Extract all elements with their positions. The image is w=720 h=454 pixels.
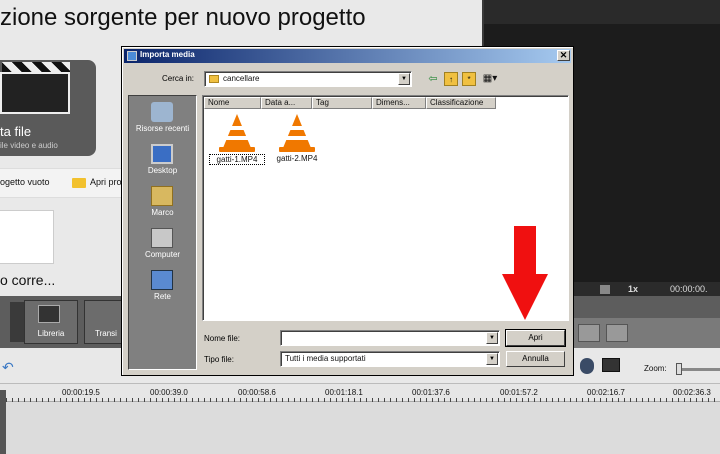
place-network[interactable]: Rete [129,266,196,308]
network-icon [151,270,173,290]
folder-icon [209,75,219,83]
ruler-time-3: 00:00:58.6 [238,388,276,397]
playback-time: 00:00:00. [670,284,708,294]
webcam-icon[interactable] [580,358,594,374]
column-header-rating[interactable]: Classificazione [426,97,496,109]
zoom-slider[interactable] [676,368,720,371]
playback-speed: 1x [628,284,639,294]
filename-label: Nome file: [204,334,241,343]
look-in-label: Cerca in: [162,74,195,83]
scrub-handle[interactable] [600,285,610,294]
file-item[interactable]: gatti-2.MP4 [269,110,325,166]
column-header-size[interactable]: Dimens... [372,97,426,109]
new-folder-icon[interactable]: * [462,72,476,86]
screen: zione sorgente per nuovo progetto ta fil… [0,0,720,454]
column-header-tag[interactable]: Tag [312,97,372,109]
file-item[interactable]: gatti-1.MP4 [209,110,265,166]
timeline-track[interactable] [0,402,720,454]
cone-base [279,147,315,152]
filename-input[interactable]: ▼ [280,330,500,346]
place-user[interactable]: Marco [129,182,196,224]
place-recent[interactable]: Risorse recenti [129,98,196,140]
desktop-icon [151,144,173,164]
recent-project-thumbnail[interactable] [0,210,54,264]
preview-header [484,0,720,24]
ruler-time-4: 00:01:18.1 [325,388,363,397]
ruler-time-8: 00:02:36.3 [673,388,711,397]
places-bar: Risorse recenti Desktop Marco Computer R… [128,95,197,370]
place-desktop[interactable]: Desktop [129,140,196,182]
dialog-title-bar[interactable]: Importa media ✕ [124,49,571,63]
open-project-link[interactable]: Apri pro [90,177,122,187]
library-icon [38,305,60,323]
place-label: Risorse recenti [135,124,190,133]
vlc-cone-icon [283,114,311,148]
toolbar-selection-tab[interactable] [10,302,24,342]
next-frame-button[interactable] [578,324,600,342]
folder-icon [72,178,86,188]
up-folder-icon[interactable]: ↑ [444,72,458,86]
zoom-label: Zoom: [644,364,667,373]
close-icon[interactable]: ✕ [557,50,570,61]
red-arrow-shaft [514,226,536,276]
import-media-dialog: Importa media ✕ Cerca in: cancellare ▼ ⇦… [121,46,574,376]
chevron-down-icon[interactable]: ▼ [486,353,498,365]
dialog-title: Importa media [140,50,195,59]
place-label: Marco [151,208,174,217]
clapperboard-icon [0,62,70,114]
view-menu-icon[interactable]: ▦▾ [480,72,500,86]
ruler-time-7: 00:02:16.7 [587,388,625,397]
empty-project-link[interactable]: ogetto vuoto [0,177,50,187]
ruler-time-6: 00:01:57.2 [500,388,538,397]
user-folder-icon [151,186,173,206]
recent-project-label: o corre... [0,272,56,288]
cone-stripe [228,126,246,130]
ruler-time-1: 00:00:19.5 [62,388,100,397]
open-button[interactable]: Apri [505,329,566,347]
app-icon [127,51,137,61]
page-title: zione sorgente per nuovo progetto [0,4,366,31]
undo-icon[interactable]: ↶ [2,360,18,374]
filetype-label: Tipo file: [204,355,234,364]
filetype-value: Tutti i media supportati [285,354,366,363]
chevron-down-icon[interactable]: ▼ [398,73,410,85]
transitions-button[interactable]: Transi [84,300,124,344]
ruler-time-5: 00:01:37.6 [412,388,450,397]
column-header-name[interactable]: Nome [204,97,261,109]
playhead[interactable] [0,390,6,454]
red-arrow-icon [502,274,548,320]
place-label: Rete [154,292,171,301]
recent-icon [151,102,173,122]
vlc-cone-icon [223,114,251,148]
place-label: Computer [144,250,181,259]
place-label: Desktop [147,166,178,175]
import-file-card-title: ta file [0,124,32,139]
cone-stripe [288,126,306,130]
zoom-slider-knob[interactable] [676,363,682,375]
cancel-button[interactable]: Annulla [506,351,565,367]
file-name: gatti-1.MP4 [209,154,265,165]
back-icon[interactable]: ⇦ [426,72,440,86]
filetype-select[interactable]: Tutti i media supportati ▼ [280,351,500,367]
import-file-card-subtitle: ile video e audio [0,141,58,150]
file-name: gatti-2.MP4 [276,154,318,163]
cone-base [219,147,255,152]
computer-icon [151,228,173,248]
cone-stripe [285,136,309,140]
chevron-down-icon[interactable]: ▼ [486,332,498,344]
look-in-value: cancellare [223,74,260,83]
monitor-icon[interactable] [602,358,620,372]
ruler-time-2: 00:00:39.0 [150,388,188,397]
fullscreen-button[interactable] [606,324,628,342]
place-computer[interactable]: Computer [129,224,196,266]
cone-stripe [225,136,249,140]
look-in-select[interactable]: cancellare ▼ [204,71,412,87]
column-header-date[interactable]: Data a... [261,97,312,109]
